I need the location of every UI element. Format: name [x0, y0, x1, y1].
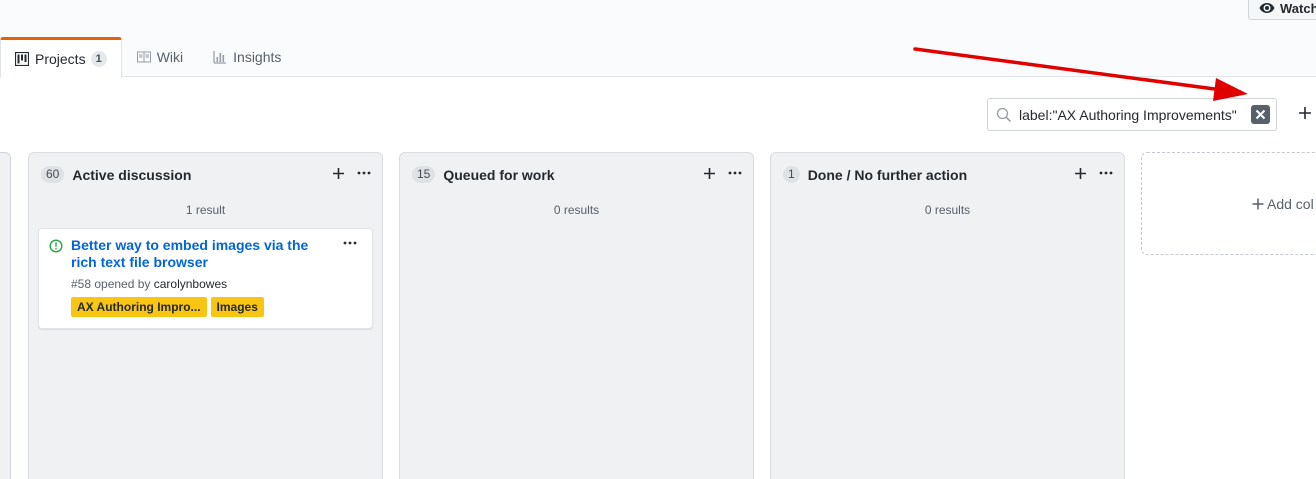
add-card-icon[interactable]	[332, 167, 345, 180]
tab-wiki-label: Wiki	[156, 49, 184, 65]
column-header: 1 Done / No further action	[783, 166, 967, 183]
add-column-label: Add col	[1267, 196, 1314, 212]
issue-meta: #58 opened by carolynbowes	[71, 277, 227, 291]
more-icon[interactable]	[1098, 167, 1114, 179]
projects-counter: 1	[90, 51, 107, 67]
label-ax-authoring[interactable]: AX Authoring Impro...	[71, 297, 207, 317]
label-images[interactable]: Images	[210, 297, 264, 317]
watch-button[interactable]: Watch	[1248, 0, 1316, 20]
more-icon[interactable]	[727, 167, 743, 179]
eye-icon	[1259, 3, 1275, 13]
tab-insights-label: Insights	[233, 49, 282, 65]
plus-icon	[1252, 198, 1264, 210]
add-column-button[interactable]: Add col	[1141, 152, 1316, 255]
filter-input[interactable]	[1019, 106, 1239, 124]
column-header: 60 Active discussion	[41, 166, 191, 183]
results-count: 0 results	[924, 203, 971, 217]
column-active-discussion: 60 Active discussion 1 result Better way…	[28, 152, 383, 479]
issue-title-link[interactable]: Better way to embed images via the rich …	[71, 237, 336, 271]
more-icon[interactable]	[356, 167, 372, 179]
tab-insights[interactable]: Insights	[198, 37, 296, 77]
close-icon	[1255, 109, 1266, 120]
column-title: Active discussion	[72, 166, 192, 183]
issue-opened-icon	[49, 239, 63, 253]
repo-nav: Projects 1 Wiki Insights	[0, 37, 296, 78]
column-count: 15	[412, 166, 436, 183]
watch-label: Watch	[1280, 0, 1316, 16]
issue-author-link[interactable]: carolynbowes	[154, 277, 227, 291]
card-more-icon[interactable]	[342, 237, 358, 249]
clear-filter-button[interactable]	[1251, 105, 1270, 124]
plus-icon[interactable]	[1298, 106, 1312, 120]
issue-card[interactable]: Better way to embed images via the rich …	[38, 228, 373, 329]
tab-wiki[interactable]: Wiki	[122, 37, 198, 77]
results-count: 1 result	[185, 203, 226, 217]
column-title: Done / No further action	[807, 166, 968, 183]
issue-number-opened: #58 opened by	[71, 277, 151, 291]
tab-projects[interactable]: Projects 1	[0, 37, 122, 78]
issue-labels: AX Authoring Impro... Images	[71, 297, 268, 317]
tab-projects-label: Projects	[35, 51, 86, 67]
column-count: 60	[41, 166, 65, 183]
repo-header: Watch Projects 1 Wiki Insights	[0, 0, 1316, 78]
add-card-icon[interactable]	[703, 167, 716, 180]
column-queued-for-work: 15 Queued for work 0 results	[399, 152, 754, 479]
column-done: 1 Done / No further action 0 results	[770, 152, 1125, 479]
column-header: 15 Queued for work	[412, 166, 555, 183]
search-icon	[996, 107, 1012, 123]
graph-icon	[213, 51, 227, 64]
project-icon	[15, 52, 29, 66]
book-icon	[136, 51, 151, 63]
column-title: Queued for work	[443, 166, 555, 183]
card-filter[interactable]	[987, 98, 1277, 131]
column-partial	[0, 152, 11, 479]
add-column-content: Add col	[1252, 196, 1314, 212]
column-count: 1	[783, 166, 800, 183]
results-count: 0 results	[553, 203, 600, 217]
add-card-icon[interactable]	[1074, 167, 1087, 180]
